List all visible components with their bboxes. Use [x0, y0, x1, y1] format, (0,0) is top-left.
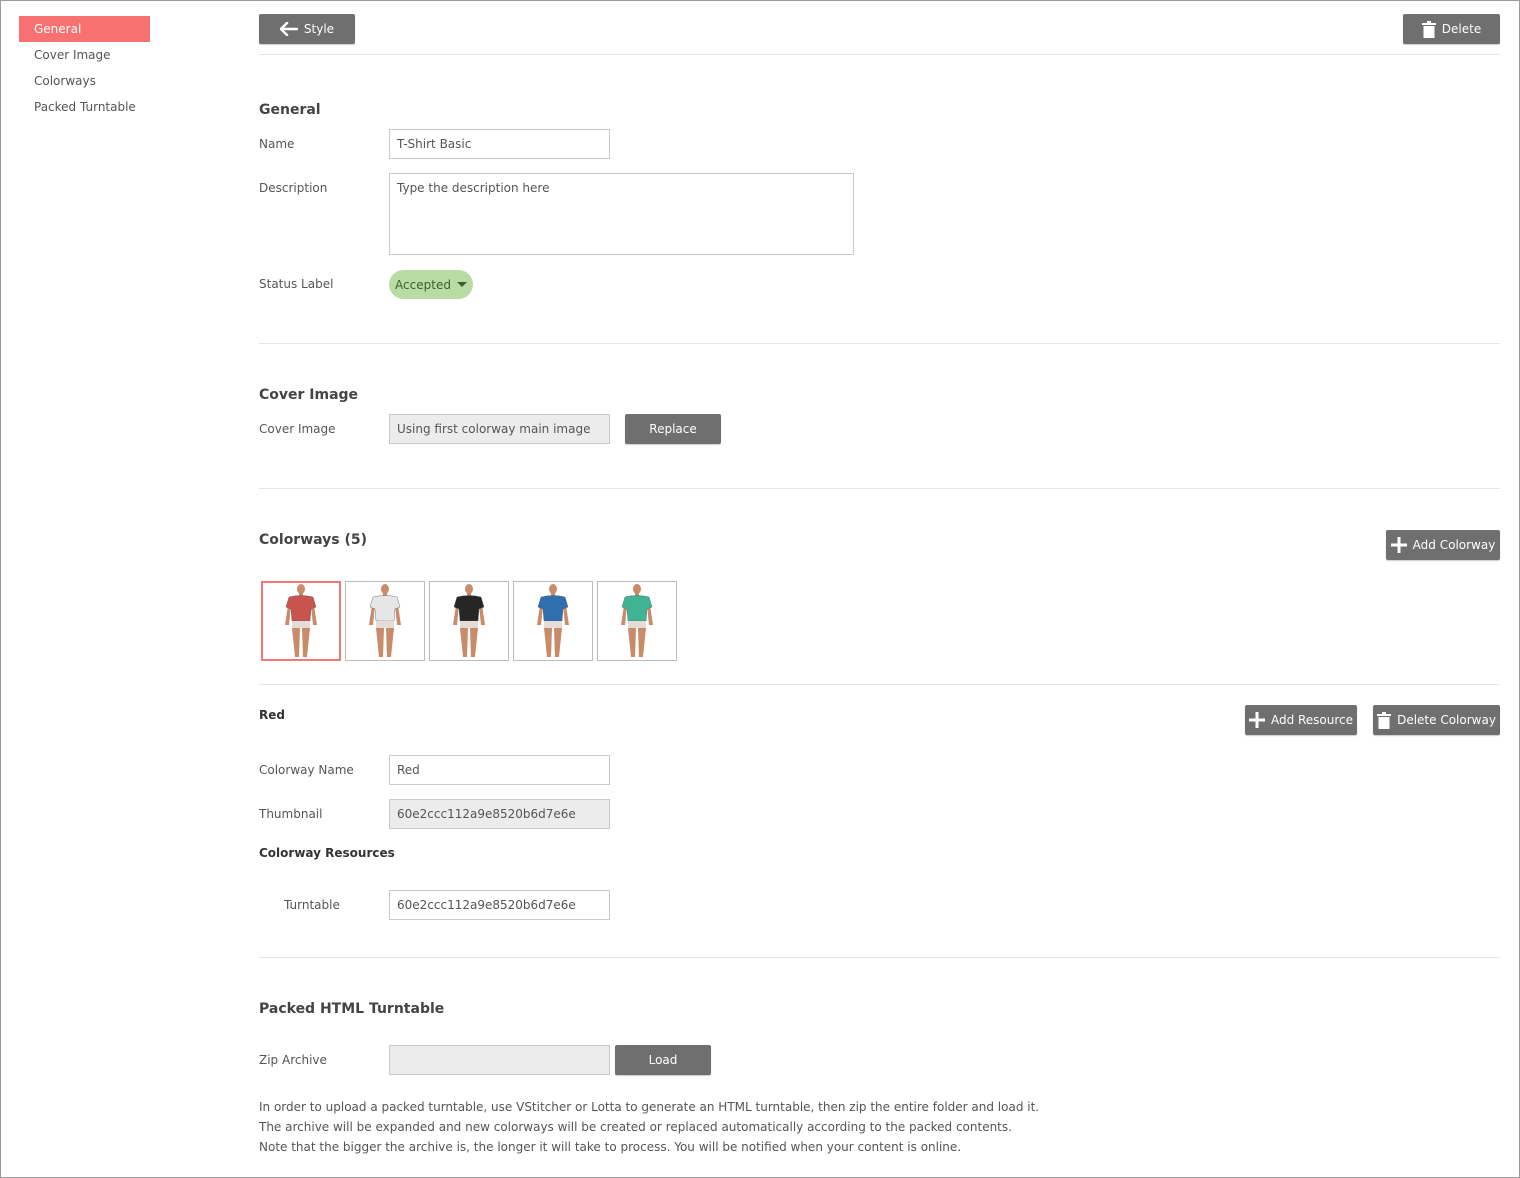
- thumbnail-label: Thumbnail: [259, 807, 323, 821]
- trash-icon: [1377, 711, 1392, 729]
- add-colorway-label: Add Colorway: [1412, 538, 1496, 552]
- delete-button[interactable]: Delete: [1403, 14, 1500, 44]
- colorways-section-title: Colorways (5): [259, 532, 368, 548]
- sidebar-item-colorways[interactable]: Colorways: [19, 68, 150, 94]
- packed-info-text: In order to upload a packed turntable, u…: [259, 1097, 1039, 1157]
- zip-archive-field[interactable]: [389, 1045, 610, 1075]
- plus-icon: [1248, 712, 1265, 728]
- caret-down-icon: [456, 282, 467, 287]
- info-line: Note that the bigger the archive is, the…: [259, 1140, 962, 1154]
- colorway-thumbnail[interactable]: [345, 581, 425, 661]
- load-button-label: Load: [648, 1053, 678, 1067]
- turntable-label: Turntable: [284, 898, 340, 912]
- name-label: Name: [259, 137, 295, 151]
- selected-colorway-title: Red: [259, 708, 285, 722]
- add-resource-label: Add Resource: [1270, 713, 1354, 727]
- model-figure-icon: [537, 584, 569, 657]
- sidebar-nav: General Cover Image Colorways Packed Tur…: [19, 16, 150, 120]
- delete-button-label: Delete: [1441, 22, 1482, 36]
- description-textarea[interactable]: Type the description here: [389, 173, 854, 255]
- sidebar-item-packed-turntable[interactable]: Packed Turntable: [19, 94, 150, 120]
- colorway-thumbnails: [261, 581, 677, 661]
- thumbnail-field: 60e2ccc112a9e8520b6d7e6e: [389, 799, 610, 829]
- load-button[interactable]: Load: [615, 1045, 711, 1075]
- plus-icon: [1390, 537, 1407, 553]
- colorway-thumbnail[interactable]: [429, 581, 509, 661]
- model-figure-icon: [369, 584, 401, 657]
- model-figure-icon: [453, 584, 485, 657]
- status-label: Status Label: [259, 277, 334, 291]
- cover-image-field: Using first colorway main image: [389, 414, 610, 444]
- trash-icon: [1421, 20, 1436, 38]
- colorway-name-label: Colorway Name: [259, 763, 354, 777]
- colorway-thumbnail[interactable]: [261, 581, 341, 661]
- sidebar-item-general[interactable]: General: [19, 16, 150, 42]
- info-line: The archive will be expanded and new col…: [259, 1120, 1012, 1134]
- name-input[interactable]: T-Shirt Basic: [389, 129, 610, 159]
- status-dropdown[interactable]: Accepted: [389, 270, 473, 299]
- back-button-label: Style: [303, 22, 335, 36]
- cover-image-label: Cover Image: [259, 422, 336, 436]
- general-section-title: General: [259, 102, 321, 118]
- divider: [259, 54, 1500, 55]
- description-label: Description: [259, 181, 328, 195]
- delete-colorway-label: Delete Colorway: [1397, 713, 1496, 727]
- colorway-thumbnail[interactable]: [597, 581, 677, 661]
- divider: [259, 488, 1500, 489]
- packed-section-title: Packed HTML Turntable: [259, 1001, 445, 1017]
- zip-archive-label: Zip Archive: [259, 1053, 327, 1067]
- info-line: In order to upload a packed turntable, u…: [259, 1100, 1040, 1114]
- colorway-name-input[interactable]: Red: [389, 755, 610, 785]
- sidebar-item-cover-image[interactable]: Cover Image: [19, 42, 150, 68]
- replace-button-label: Replace: [649, 422, 697, 436]
- delete-colorway-button[interactable]: Delete Colorway: [1373, 705, 1500, 735]
- status-value: Accepted: [395, 277, 451, 292]
- model-figure-icon: [621, 584, 653, 657]
- colorway-thumbnail[interactable]: [513, 581, 593, 661]
- turntable-input[interactable]: 60e2ccc112a9e8520b6d7e6e: [389, 890, 610, 920]
- add-colorway-button[interactable]: Add Colorway: [1386, 530, 1500, 560]
- model-figure-icon: [285, 584, 317, 657]
- back-to-style-button[interactable]: Style: [259, 14, 355, 44]
- replace-button[interactable]: Replace: [625, 414, 721, 444]
- divider: [259, 684, 1500, 685]
- description-placeholder: Type the description here: [397, 181, 550, 195]
- colorway-resources-label: Colorway Resources: [259, 846, 395, 860]
- add-resource-button[interactable]: Add Resource: [1245, 705, 1357, 735]
- arrow-left-icon: [279, 22, 298, 36]
- divider: [259, 343, 1500, 344]
- divider: [259, 957, 1500, 958]
- cover-section-title: Cover Image: [259, 387, 359, 403]
